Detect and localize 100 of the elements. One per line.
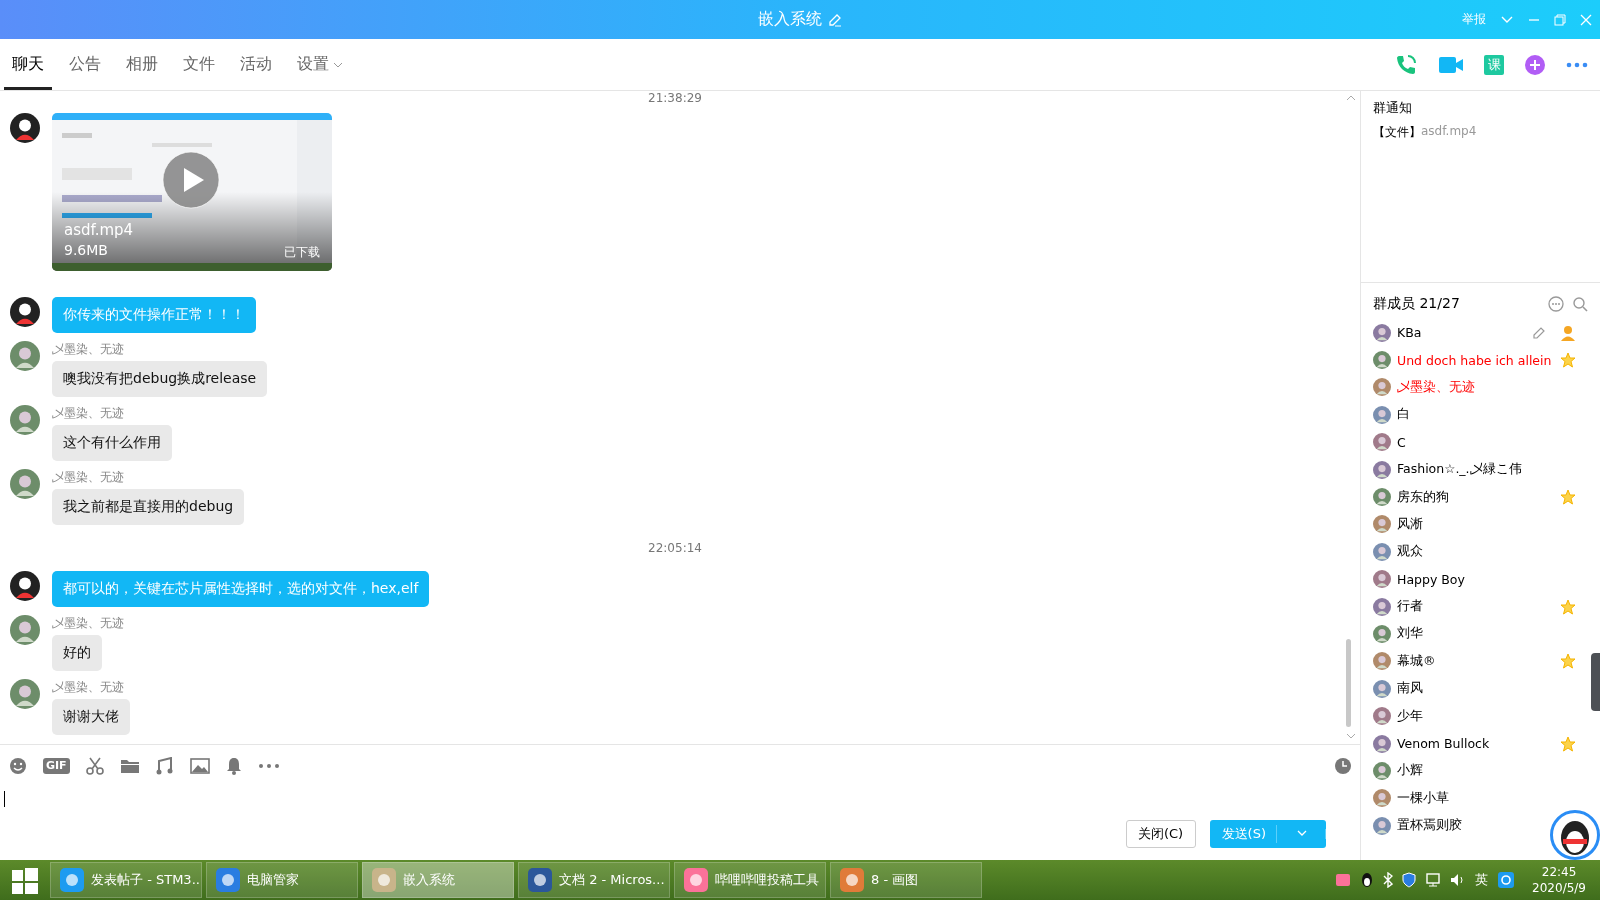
- member-row[interactable]: 风淅: [1361, 510, 1435, 539]
- phone-icon[interactable]: [1394, 52, 1418, 77]
- avatar-icon[interactable]: [10, 113, 40, 143]
- timestamp: 22:05:14: [648, 541, 702, 555]
- gif-button[interactable]: GIF: [43, 758, 70, 774]
- member-row[interactable]: C: [1361, 428, 1418, 456]
- clock-icon[interactable]: [1334, 757, 1352, 775]
- taskbar-item[interactable]: 发表帖子 - STM3...: [50, 862, 202, 898]
- message-bubble: 好的: [52, 635, 102, 671]
- sender-name: 乄墨染、无迹: [52, 341, 124, 358]
- shield-icon[interactable]: [1402, 872, 1417, 888]
- bell-icon[interactable]: [225, 757, 242, 775]
- close-button[interactable]: 关闭(C): [1125, 820, 1196, 848]
- member-name: 刘华: [1397, 625, 1423, 643]
- file-size: 9.6MB: [64, 242, 108, 258]
- member-row[interactable]: KBa: [1361, 319, 1588, 347]
- member-name: 南风: [1397, 680, 1423, 698]
- input-method[interactable]: 英: [1475, 871, 1489, 889]
- member-name: 风淅: [1397, 515, 1423, 533]
- folder-icon[interactable]: [119, 758, 140, 774]
- taskbar-item[interactable]: 文档 2 - Micros...: [518, 862, 670, 898]
- member-name: 幕城®: [1397, 652, 1437, 670]
- member-row[interactable]: 观众: [1361, 538, 1435, 566]
- member-row[interactable]: 房东的狗: [1361, 483, 1588, 511]
- close-icon[interactable]: [1580, 13, 1592, 26]
- message-bubble: 你传来的文件操作正常！！！: [52, 297, 256, 333]
- member-row[interactable]: 少年: [1361, 702, 1435, 730]
- clock-time[interactable]: 22:45: [1541, 864, 1577, 880]
- app-icon: [683, 867, 709, 893]
- scroll-up-icon[interactable]: [1346, 94, 1356, 101]
- tab[interactable]: 文件: [175, 39, 223, 90]
- member-row[interactable]: 小辉: [1361, 757, 1435, 785]
- member-row[interactable]: Und doch habe ich allein: [1361, 346, 1588, 374]
- member-row[interactable]: 刘华: [1361, 620, 1435, 648]
- smiley-icon[interactable]: [9, 757, 27, 775]
- scroll-down-icon[interactable]: [1346, 733, 1356, 740]
- avatar-icon[interactable]: [10, 297, 40, 327]
- member-row[interactable]: Venom Bullock: [1361, 729, 1588, 758]
- chevron-down-icon[interactable]: [1500, 14, 1514, 25]
- tab[interactable]: 相册: [118, 39, 166, 90]
- more-icon[interactable]: [1566, 61, 1588, 68]
- window-title: 嵌入系统: [758, 9, 822, 30]
- sender-name: 乄墨染、无迹: [52, 469, 124, 486]
- network-icon[interactable]: [1425, 872, 1442, 888]
- tab[interactable]: 设置: [289, 39, 351, 90]
- member-row[interactable]: 乄墨染、无迹: [1361, 373, 1487, 402]
- member-row[interactable]: 白: [1361, 401, 1422, 429]
- sender-name: 乄墨染、无迹: [52, 679, 124, 696]
- music-icon[interactable]: [155, 757, 174, 775]
- member-name: 房东的狗: [1397, 488, 1450, 506]
- search-icon[interactable]: [1572, 296, 1588, 312]
- image-icon[interactable]: [189, 758, 210, 774]
- file-name: asdf.mp4: [64, 221, 134, 239]
- message-bubble: 谢谢大佬: [52, 699, 130, 735]
- edit-icon[interactable]: [1532, 325, 1546, 340]
- member-name: 一棵小草: [1397, 789, 1449, 807]
- scissors-icon[interactable]: [85, 757, 104, 775]
- tab[interactable]: 活动: [232, 39, 280, 90]
- member-name: KBa: [1397, 325, 1423, 341]
- avatar-icon[interactable]: [10, 571, 40, 601]
- person-icon: [1560, 324, 1576, 341]
- member-name: Happy Boy: [1397, 571, 1465, 587]
- taskbar-item[interactable]: 电脑管家: [206, 862, 358, 898]
- member-row[interactable]: 一棵小草: [1361, 784, 1461, 813]
- member-row[interactable]: Fashion☆._.乄緑こ伟: [1361, 455, 1534, 484]
- add-app-icon[interactable]: [1524, 53, 1546, 76]
- taskbar-item[interactable]: 哔哩哔哩投稿工具: [674, 862, 826, 898]
- file-tag: 【文件】: [1373, 124, 1421, 141]
- member-row[interactable]: 南风: [1361, 675, 1435, 703]
- message-bubble: 噢我没有把debug换成release: [52, 361, 268, 397]
- bluetooth-icon[interactable]: [1383, 872, 1394, 888]
- notice-title: 群通知: [1373, 99, 1413, 117]
- member-row[interactable]: 行者: [1361, 592, 1588, 621]
- message-bubble: 都可以的，关键在芯片属性选择时，选的对文件，hex,elf: [52, 571, 430, 607]
- avatar-icon[interactable]: [1550, 810, 1600, 860]
- clock-date[interactable]: 2020/5/9: [1532, 880, 1586, 896]
- member-name: Fashion☆._.乄緑こ伟: [1397, 461, 1522, 479]
- app-icon: [527, 867, 553, 893]
- member-row[interactable]: 置杯焉则胶: [1361, 812, 1474, 840]
- member-name: Venom Bullock: [1397, 736, 1491, 752]
- member-name: C: [1397, 434, 1406, 450]
- more-icon[interactable]: [257, 763, 280, 769]
- tab[interactable]: 公告: [61, 39, 109, 90]
- member-name: 少年: [1397, 707, 1423, 725]
- app-icon: [59, 867, 85, 893]
- member-name: 观众: [1397, 543, 1423, 561]
- chat-icon[interactable]: [1548, 296, 1564, 312]
- taskbar-item[interactable]: 8 - 画图: [830, 862, 982, 898]
- member-name: 乄墨染、无迹: [1397, 378, 1475, 396]
- tray-app-icon[interactable]: [1360, 872, 1375, 888]
- timestamp: 21:38:29: [648, 91, 702, 105]
- sender-name: 乄墨染、无迹: [52, 615, 124, 632]
- side-handle[interactable]: [1591, 653, 1600, 711]
- member-row[interactable]: Happy Boy: [1361, 565, 1477, 593]
- play-button[interactable]: [162, 151, 220, 209]
- scrollbar-thumb[interactable]: [1346, 639, 1351, 727]
- app-icon: [215, 867, 241, 893]
- member-row[interactable]: 幕城®: [1361, 647, 1588, 676]
- member-name: 白: [1397, 406, 1410, 424]
- download-status: 已下载: [284, 244, 320, 261]
